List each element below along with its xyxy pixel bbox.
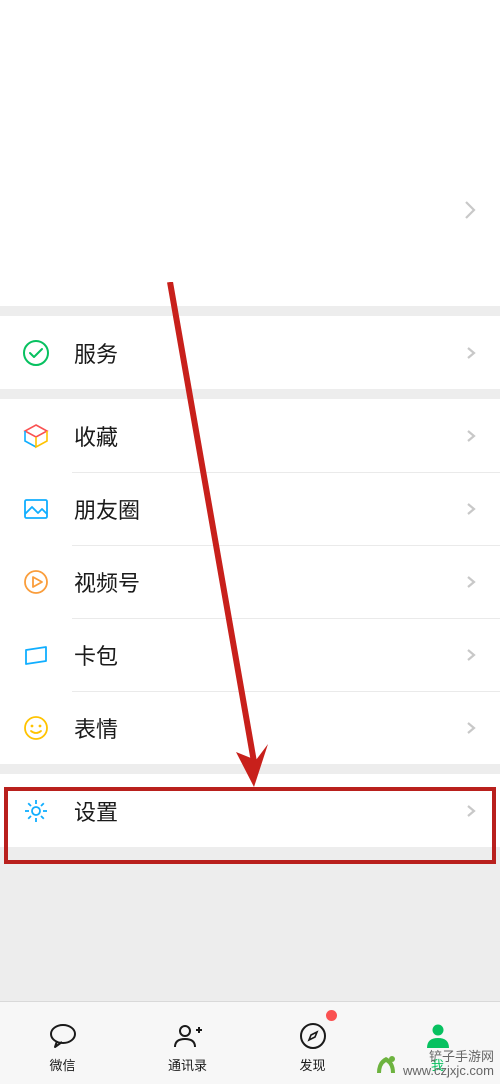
chevron-right-icon [464, 575, 478, 589]
tab-label: 微信 [49, 1055, 75, 1074]
card-icon [20, 639, 52, 671]
row-label: 朋友圈 [74, 493, 480, 525]
contacts-icon [171, 1019, 205, 1053]
services-icon [20, 337, 52, 369]
tab-contacts[interactable]: 通讯录 [125, 1002, 250, 1084]
chevron-right-icon [464, 804, 478, 818]
compass-icon [296, 1019, 330, 1053]
row-services[interactable]: 服务 [0, 316, 500, 389]
row-label: 表情 [74, 712, 480, 744]
gear-icon [20, 795, 52, 827]
row-label: 视频号 [74, 566, 480, 598]
chevron-right-icon [464, 721, 478, 735]
person-icon [421, 1019, 455, 1053]
cube-icon [20, 420, 52, 452]
row-label: 服务 [74, 337, 480, 369]
chevron-right-icon [464, 198, 478, 227]
row-settings[interactable]: 设置 [0, 774, 500, 847]
row-label: 收藏 [74, 420, 480, 452]
watermark-name: 铲子手游网 [403, 1050, 494, 1064]
group-main: 收藏 朋友圈 视频号 卡包 表情 [0, 399, 500, 764]
notification-dot-icon [326, 1010, 337, 1021]
profile-header[interactable] [0, 0, 500, 306]
smile-icon [20, 712, 52, 744]
watermark-logo-icon [373, 1051, 399, 1077]
chat-bubble-icon [46, 1019, 80, 1053]
row-moments[interactable]: 朋友圈 [0, 472, 500, 545]
row-label: 卡包 [74, 639, 480, 671]
chevron-right-icon [464, 429, 478, 443]
tab-label: 发现 [299, 1055, 325, 1074]
tab-chats[interactable]: 微信 [0, 1002, 125, 1084]
row-label: 设置 [74, 795, 480, 827]
row-stickers[interactable]: 表情 [0, 691, 500, 764]
row-favorites[interactable]: 收藏 [0, 399, 500, 472]
group-settings: 设置 [0, 774, 500, 847]
watermark-url: www.czjxjc.com [403, 1064, 494, 1078]
tab-label: 通讯录 [168, 1055, 207, 1074]
tab-discover[interactable]: 发现 [250, 1002, 375, 1084]
chevron-right-icon [464, 346, 478, 360]
play-circle-icon [20, 566, 52, 598]
group-services: 服务 [0, 316, 500, 389]
watermark-text: 铲子手游网 www.czjxjc.com [403, 1050, 494, 1078]
gallery-icon [20, 493, 52, 525]
chevron-right-icon [464, 648, 478, 662]
chevron-right-icon [464, 502, 478, 516]
row-cards[interactable]: 卡包 [0, 618, 500, 691]
row-channels[interactable]: 视频号 [0, 545, 500, 618]
watermark: 铲子手游网 www.czjxjc.com [373, 1050, 494, 1078]
